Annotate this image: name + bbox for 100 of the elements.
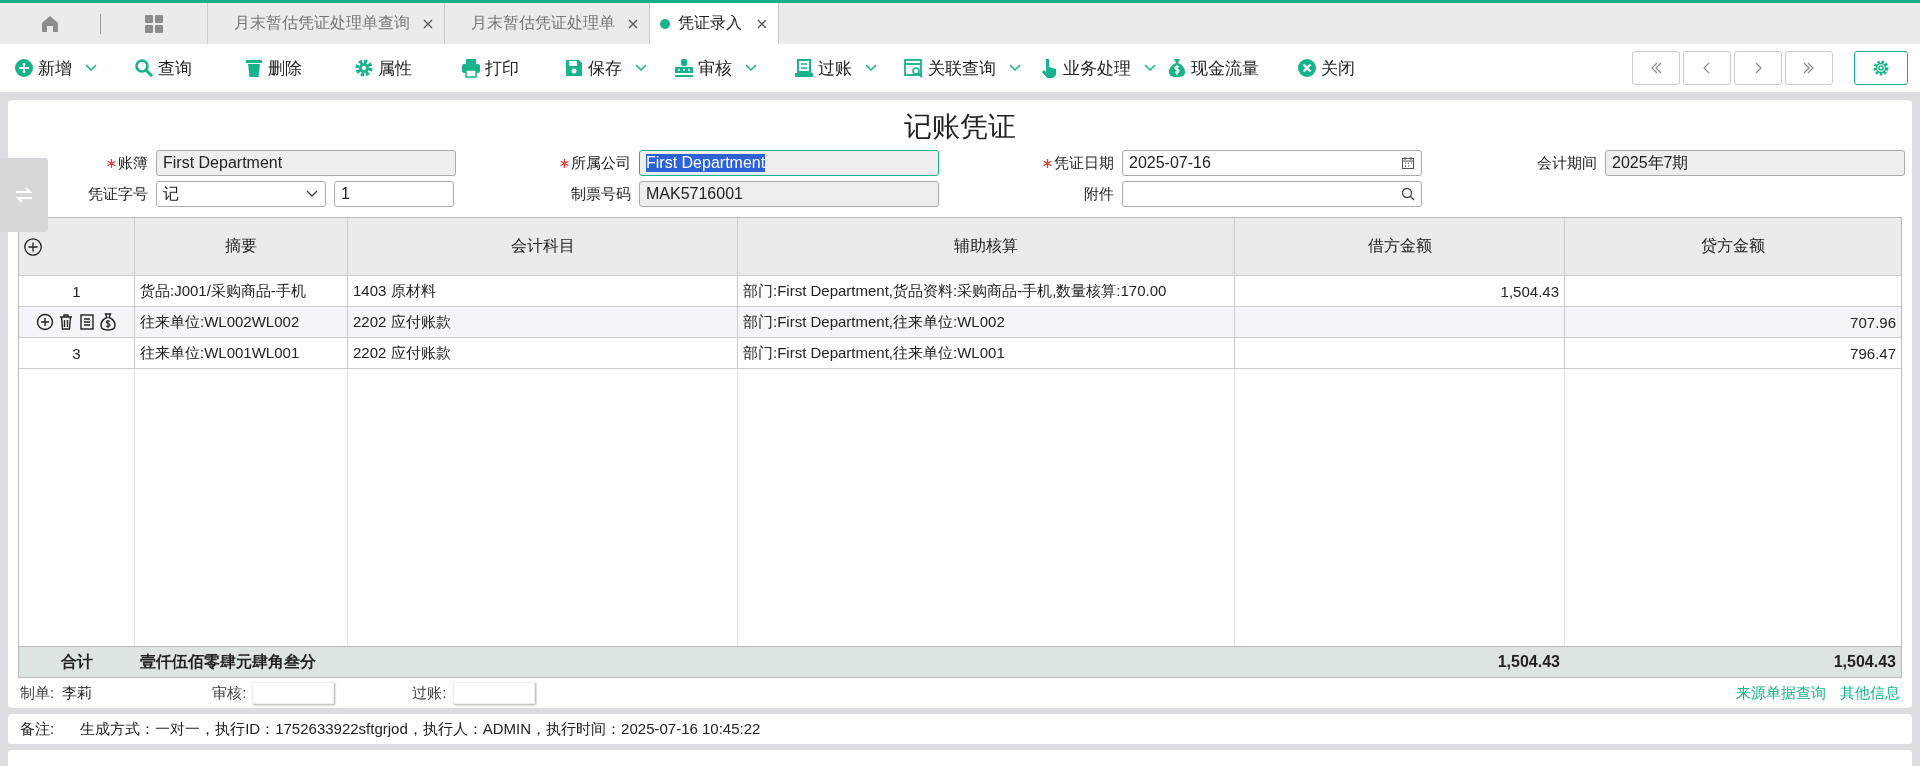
close-icon	[1297, 58, 1317, 78]
close-icon	[627, 17, 639, 30]
required-mark-icon	[560, 158, 569, 168]
table-cell: 货品:J001/采购商品-手机	[135, 276, 348, 306]
input-field[interactable]: 1	[334, 181, 454, 207]
debit-total: 1,504.43	[1496, 652, 1561, 672]
column-header: 摘要	[135, 218, 348, 275]
table-cell: 往来单位:WL002WL002	[135, 307, 348, 337]
field-label: 审核:	[212, 683, 247, 703]
double-chevron-right-icon	[1802, 61, 1816, 75]
toolbar-button[interactable]: 业务处理	[1039, 56, 1167, 80]
table-cell: 部门:First Department,往来单位:WL001	[738, 338, 1235, 368]
calendar-icon	[1401, 156, 1415, 170]
field-label: 制票号码	[571, 184, 631, 204]
row-number: 1	[19, 276, 135, 306]
required-mark-icon	[107, 158, 116, 168]
stamp-icon	[674, 58, 694, 78]
amount-in-words: 壹仟伍佰零肆元肆角叁分	[139, 651, 317, 672]
notes-button[interactable]	[78, 313, 96, 331]
voucher-title: 记账凭证	[903, 110, 1017, 144]
dropdown[interactable]: 记	[156, 181, 326, 207]
swap-arrows-icon	[14, 186, 34, 204]
table-cell: 部门:First Department,货品资料:采购商品-手机,数量核算:170.00	[738, 276, 1235, 306]
trash-icon	[244, 58, 264, 78]
field-label: 账簿	[118, 153, 148, 173]
home-icon	[40, 13, 60, 34]
settings-icon	[1871, 58, 1891, 78]
plus-circle-icon	[36, 313, 54, 331]
field-label: 制单:	[20, 683, 55, 703]
field-label: 附件	[1084, 184, 1114, 204]
remark-text: 生成方式：一对一，执行ID：1752633922sftgrjod，执行人：ADMIN，执行时间：2025-07-16 10:45:22	[80, 719, 761, 739]
table-cell: 2202 应付账款	[348, 307, 738, 337]
tab[interactable]: 凭证录入	[649, 3, 779, 44]
column-header: 会计科目	[348, 218, 738, 275]
toolbar-button[interactable]: 现金流量	[1167, 56, 1297, 80]
column-header: 借方金额	[1235, 218, 1565, 275]
table-cell: 1403 原材料	[348, 276, 738, 306]
toolbar-button[interactable]: 属性	[354, 56, 461, 80]
add-row-button[interactable]	[24, 237, 42, 256]
row-number: 3	[19, 338, 135, 368]
active-dot-icon	[660, 18, 670, 29]
last-page-button[interactable]	[1785, 51, 1833, 85]
double-chevron-left-icon	[1649, 61, 1663, 75]
toolbar-button[interactable]: 查询	[134, 56, 244, 80]
settings-button[interactable]	[1854, 51, 1908, 85]
poster-field[interactable]	[452, 682, 535, 704]
close-icon	[422, 17, 434, 30]
tab-label[interactable]: 月末暂估凭证处理单	[471, 13, 615, 34]
money-bag-icon	[1167, 58, 1187, 78]
required-mark-icon	[1043, 158, 1052, 168]
input-field[interactable]: 2025年7期	[1605, 150, 1905, 176]
toolbar-button[interactable]: 审核	[674, 56, 794, 80]
field-label: 备注:	[20, 719, 55, 739]
maker-name: 李莉	[62, 683, 93, 703]
field-label: 所属公司	[571, 153, 631, 173]
search-icon	[1401, 187, 1415, 201]
tab-label[interactable]: 凭证录入	[678, 13, 742, 34]
input-field[interactable]: First Department	[639, 150, 939, 176]
delete-row-button[interactable]	[57, 313, 75, 331]
table-cell: 2202 应付账款	[348, 338, 738, 368]
toolbar-button[interactable]: 删除	[244, 56, 354, 80]
toolbar-button[interactable]: 关联查询	[904, 56, 1039, 80]
toolbar-button[interactable]: 过账	[794, 56, 904, 80]
grid-icon	[144, 13, 164, 34]
table-cell: 部门:First Department,往来单位:WL002	[738, 307, 1235, 337]
toolbar-button[interactable]: 打印	[461, 56, 564, 80]
side-toggle-button[interactable]	[0, 158, 48, 232]
cash-flow-button[interactable]	[99, 313, 117, 331]
table-cell: 往来单位:WL001WL001	[135, 338, 348, 368]
input-field[interactable]: MAK5716001	[639, 181, 939, 207]
reviewer-field[interactable]	[252, 682, 335, 704]
gear-icon	[354, 58, 374, 78]
pointing-hand-icon	[1039, 58, 1059, 78]
table-cell-text: 796.47	[1849, 343, 1897, 364]
table-cell: 1,504.43	[1235, 276, 1565, 306]
tab-label[interactable]: 月末暂估凭证处理单查询	[234, 13, 410, 34]
input-field[interactable]	[1122, 181, 1422, 207]
field-label: 凭证日期	[1054, 153, 1114, 173]
column-header: 贷方金额	[1700, 236, 1766, 256]
toolbar-button[interactable]: 关闭	[1297, 56, 1355, 80]
search-icon	[134, 58, 154, 78]
credit-total: 1,504.43	[1832, 652, 1897, 672]
add-row-button[interactable]	[36, 313, 54, 331]
first-page-button[interactable]	[1632, 51, 1680, 85]
close-icon	[756, 17, 768, 30]
toolbar-button[interactable]: 新增	[14, 56, 134, 80]
table-cell-text: 707.96	[1849, 312, 1897, 333]
previous-button[interactable]	[1683, 51, 1731, 85]
trash-icon	[57, 313, 75, 331]
printer-icon	[461, 58, 481, 78]
document-icon	[78, 313, 96, 331]
input-field[interactable]: 2025-07-16	[1122, 150, 1422, 176]
next-button[interactable]	[1734, 51, 1782, 85]
toolbar-button[interactable]: 保存	[564, 56, 674, 80]
money-bag-icon	[99, 313, 117, 331]
column-header: 辅助核算	[738, 218, 1235, 275]
field-label: 凭证字号	[88, 184, 148, 204]
field-label: 会计期间	[1537, 153, 1597, 173]
total-label: 合计	[60, 651, 94, 672]
input-field[interactable]: First Department	[156, 150, 456, 176]
